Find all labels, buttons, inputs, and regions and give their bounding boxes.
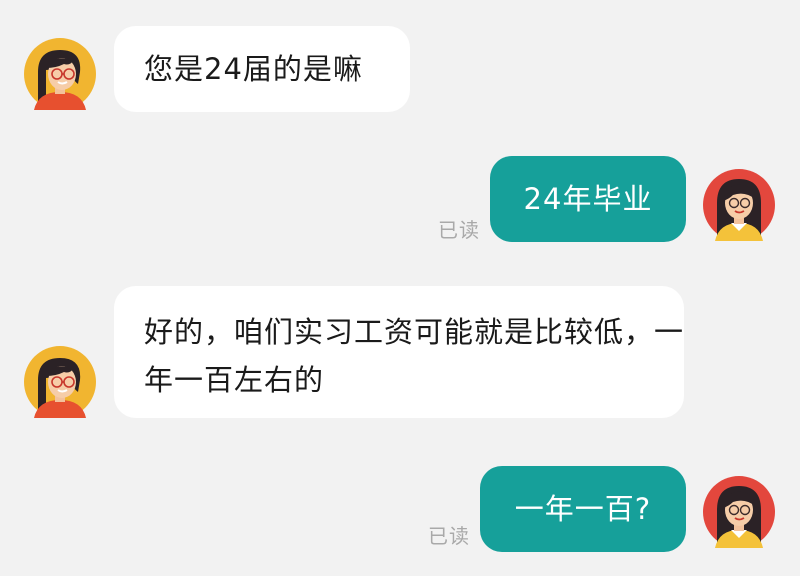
outgoing-message-bubble[interactable]: 24年毕业 [490, 156, 686, 242]
user-avatar-icon[interactable] [703, 169, 775, 241]
contact-avatar-icon[interactable] [24, 38, 96, 110]
read-status: 已读 [438, 218, 480, 242]
incoming-message-bubble[interactable]: 好的，咱们实习工资可能就是比较低，一年一百左右的 [114, 286, 684, 418]
user-avatar-icon[interactable] [703, 476, 775, 548]
contact-avatar-icon[interactable] [24, 346, 96, 418]
chat-conversation: 您是24届的是嘛 已读 24年毕业 好的，咱们实习工资可能就是比较低，一年一百左… [0, 0, 800, 576]
outgoing-message-bubble[interactable]: 一年一百? [480, 466, 686, 552]
read-status: 已读 [428, 524, 470, 548]
incoming-message-bubble[interactable]: 您是24届的是嘛 [114, 26, 410, 112]
